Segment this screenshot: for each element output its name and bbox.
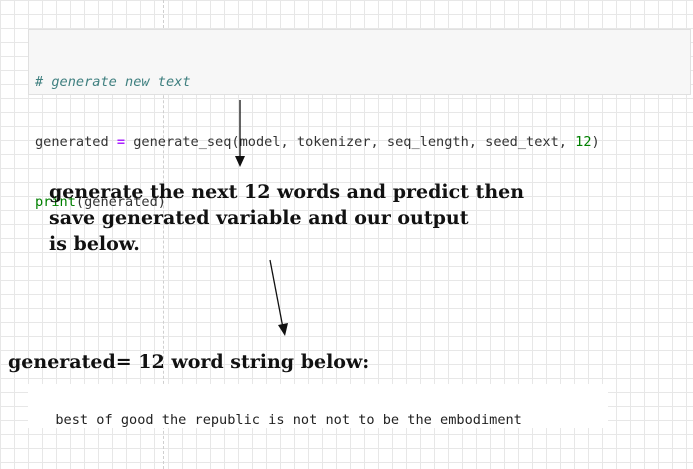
arrow-down-icon [235, 100, 245, 167]
code-cell[interactable]: # generate new text generated = generate… [28, 29, 691, 210]
code-line-generate: generated = generate_seq(model, tokenize… [35, 134, 600, 150]
annotation-text: generate the next 12 words and predict t… [49, 181, 525, 255]
code-line-comment: # generate new text [35, 74, 191, 90]
output-area: best of good the republic is not not to … [28, 384, 608, 428]
arrow-diagonal-icon [269, 259, 288, 336]
output-heading: generated= 12 word string below: [8, 351, 370, 373]
output-text: best of good the republic is not not to … [55, 412, 522, 428]
